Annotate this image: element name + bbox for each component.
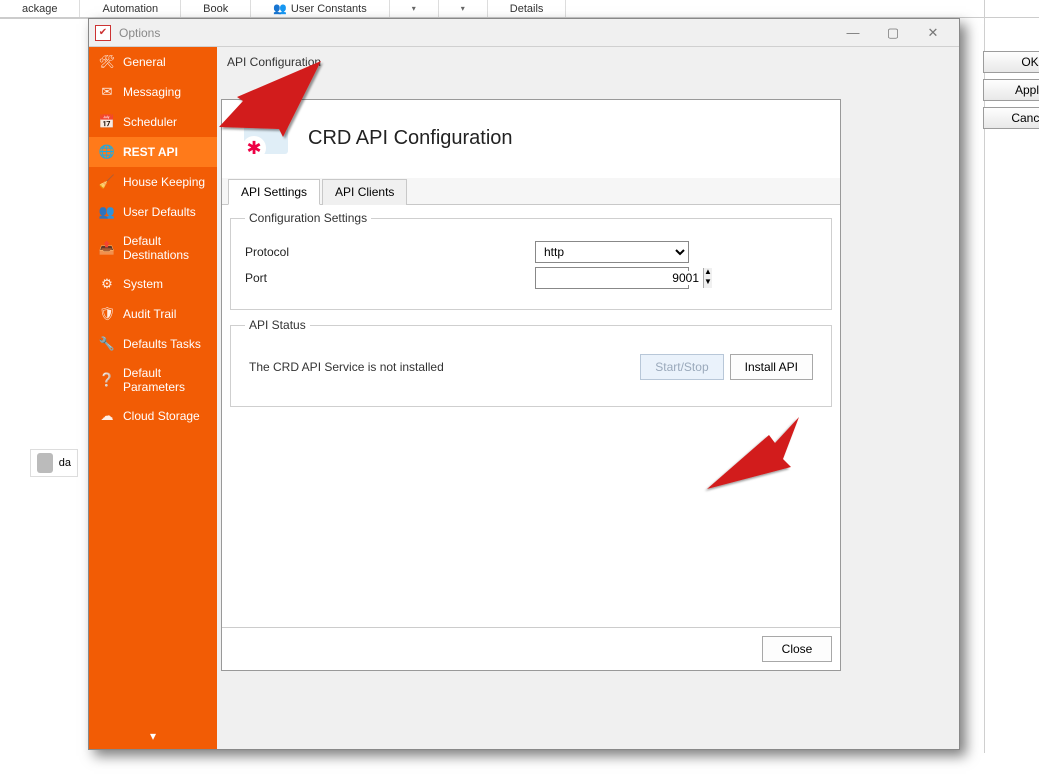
shield-icon: 🛡 (99, 306, 115, 322)
sidebar-item-label: House Keeping (123, 175, 205, 189)
close-content-button[interactable]: Close (762, 636, 832, 662)
options-sidebar: 🛠 General ✉ Messaging 📅 Scheduler 🌐 REST API… (89, 47, 217, 749)
port-spinner[interactable]: ▲ ▼ (535, 267, 689, 289)
wrench-icon: 🛠 (99, 54, 115, 70)
sidebar-item-messaging[interactable]: ✉ Messaging (89, 77, 217, 107)
globe-icon: 🌐 (99, 144, 115, 160)
page-title: CRD API Configuration (308, 127, 513, 150)
toolbar-item[interactable]: Automation (80, 0, 181, 17)
sidebar-item-cloud-storage[interactable]: ☁ Cloud Storage (89, 401, 217, 431)
content-window: ✱ CRD API Configuration API Settings API… (221, 99, 841, 671)
options-dialog: ✔ Options — ▢ ✕ 🛠 General ✉ Messaging 📅 Sch… (88, 18, 960, 750)
ok-button[interactable]: OK (983, 51, 1039, 73)
question-icon: ❔ (99, 372, 115, 388)
sidebar-item-house-keeping[interactable]: 🧹 House Keeping (89, 167, 217, 197)
cloud-icon: ☁ (99, 408, 115, 424)
sidebar-item-default-parameters[interactable]: ❔ Default Parameters (89, 359, 217, 401)
sidebar-item-label: Cloud Storage (123, 409, 200, 423)
sidebar-item-system[interactable]: ⚙ System (89, 269, 217, 299)
titlebar: ✔ Options — ▢ ✕ (89, 19, 959, 47)
sidebar-item-label: User Defaults (123, 205, 196, 219)
sidebar-item-label: Default Destinations (123, 234, 207, 262)
sidebar-item-default-destinations[interactable]: 📤 Default Destinations (89, 227, 217, 269)
sidebar-item-label: Default Parameters (123, 366, 207, 394)
outbox-icon: 📤 (99, 240, 115, 256)
broom-icon: 🧹 (99, 174, 115, 190)
sidebar-collapse[interactable]: ▾ (89, 723, 217, 749)
package-icon (37, 453, 53, 473)
sidebar-item-audit-trail[interactable]: 🛡 Audit Trail (89, 299, 217, 329)
toolbar-item[interactable]: ackage (0, 0, 80, 17)
close-button[interactable]: ✕ (913, 22, 953, 44)
calendar-icon: 📅 (99, 114, 115, 130)
tab-api-clients[interactable]: API Clients (322, 179, 407, 205)
sidebar-item-label: Audit Trail (123, 307, 176, 321)
toolbar-item[interactable]: 👥User Constants (251, 0, 390, 17)
users-icon: 👥 (99, 204, 115, 220)
sidebar-item-label: Defaults Tasks (123, 337, 201, 351)
sidebar-item-defaults-tasks[interactable]: 🔧 Defaults Tasks (89, 329, 217, 359)
chevron-down-icon: ▾ (461, 4, 465, 13)
api-status-text: The CRD API Service is not installed (249, 360, 634, 374)
minimize-button[interactable]: — (833, 22, 873, 44)
sidebar-item-scheduler[interactable]: 📅 Scheduler (89, 107, 217, 137)
envelope-icon: ✉ (99, 84, 115, 100)
maximize-button[interactable]: ▢ (873, 22, 913, 44)
sidebar-item-label: REST API (123, 145, 178, 159)
app-icon: ✔ (95, 25, 111, 41)
left-panel: da (0, 18, 88, 783)
config-settings-group: Configuration Settings Protocol http Por… (230, 211, 832, 310)
port-label: Port (245, 271, 535, 285)
left-tree-label: da (59, 457, 71, 469)
sidebar-item-rest-api[interactable]: 🌐 REST API (89, 137, 217, 167)
sidebar-item-label: Messaging (123, 85, 181, 99)
api-config-icon: ✱ (240, 116, 294, 160)
sidebar-item-label: System (123, 277, 163, 291)
group-label: Configuration Settings (245, 211, 371, 225)
sidebar-item-label: Scheduler (123, 115, 177, 129)
install-api-button[interactable]: Install API (730, 354, 813, 380)
sidebar-item-user-defaults[interactable]: 👥 User Defaults (89, 197, 217, 227)
cancel-button[interactable]: Cancel (983, 107, 1039, 129)
breadcrumb: API Configuration (227, 55, 321, 69)
port-input[interactable] (540, 271, 703, 285)
app-toolbar: ackage Automation Book 👥User Constants ▾… (0, 0, 1039, 18)
spin-down[interactable]: ▼ (704, 278, 712, 288)
toolbar-item[interactable]: Book (181, 0, 251, 17)
toolbar-item[interactable]: ▾ (390, 0, 439, 17)
gear-icon: ⚙ (99, 276, 115, 292)
toolbar-item[interactable]: Details (488, 0, 567, 17)
protocol-select[interactable]: http (535, 241, 689, 263)
start-stop-button: Start/Stop (640, 354, 723, 380)
sidebar-item-label: General (123, 55, 166, 69)
toolbar-item[interactable]: ▾ (439, 0, 488, 17)
protocol-label: Protocol (245, 245, 535, 259)
tab-api-settings[interactable]: API Settings (228, 179, 320, 205)
window-title: Options (119, 26, 160, 40)
main-panel: OK Apply Cancel API Configuration ✱ CRD … (217, 47, 959, 749)
left-tree-item[interactable]: da (30, 449, 78, 477)
chevron-down-icon: ▾ (412, 4, 416, 13)
sidebar-item-general[interactable]: 🛠 General (89, 47, 217, 77)
api-status-group: API Status The CRD API Service is not in… (230, 318, 832, 407)
group-label: API Status (245, 318, 310, 332)
apply-button[interactable]: Apply (983, 79, 1039, 101)
wrench-icon: 🔧 (99, 336, 115, 352)
tab-strip: API Settings API Clients (222, 178, 840, 205)
